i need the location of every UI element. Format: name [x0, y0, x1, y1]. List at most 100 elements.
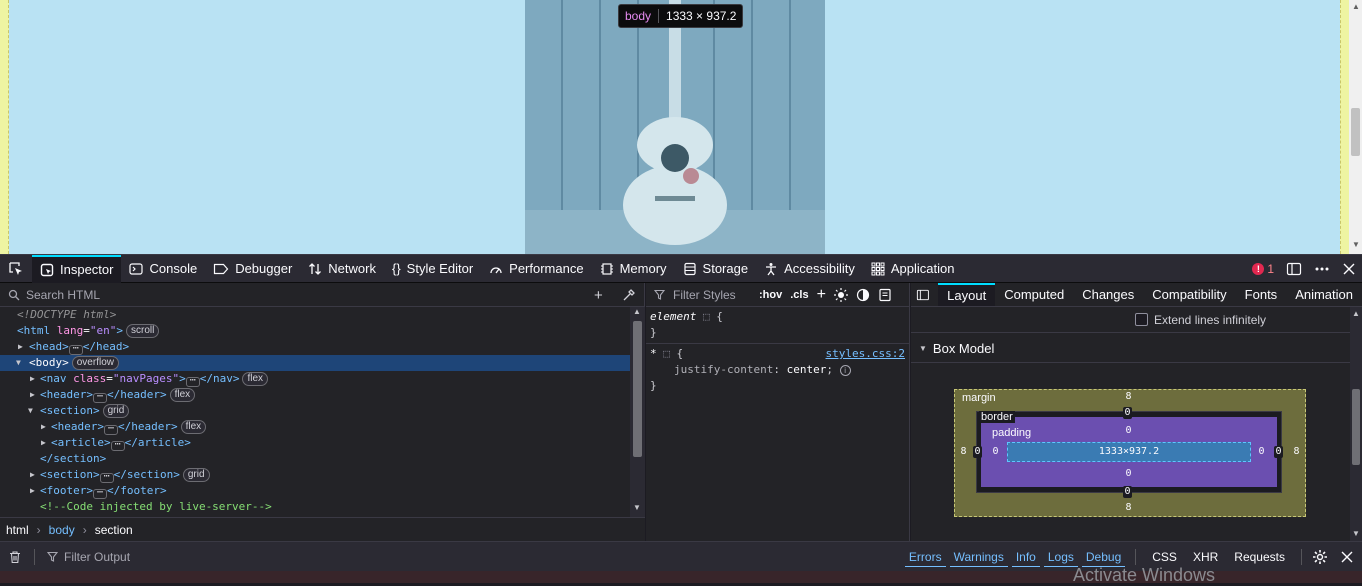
markup-scrollbar[interactable]: ▲ ▼ [630, 307, 645, 517]
tab-application[interactable]: Application [863, 255, 963, 283]
filter-info[interactable]: Info [1011, 548, 1040, 567]
element-picker-button[interactable] [0, 255, 32, 283]
toggle-requests[interactable]: Requests [1228, 548, 1291, 566]
element-rule[interactable]: element ⬚ {} [646, 307, 909, 344]
tab-animation[interactable]: Animation [1286, 283, 1362, 306]
tree-node-inner-header[interactable]: ▶ <header> ⋯ </header> flex [0, 419, 630, 435]
collapse-triangle-icon[interactable]: ▼ [16, 355, 21, 371]
margin-top-value[interactable]: 8 [1124, 391, 1133, 403]
box-model-content[interactable]: 1333×937.2 [1007, 442, 1251, 462]
margin-right-value[interactable]: 8 [1292, 446, 1301, 458]
expand-triangle-icon[interactable]: ▶ [41, 435, 46, 451]
breadcrumb-html[interactable]: html [6, 523, 29, 537]
tree-node-html[interactable]: <html lang="en"> scroll [0, 323, 630, 339]
toggle-xhr[interactable]: XHR [1187, 548, 1224, 566]
close-console-icon[interactable] [1340, 550, 1354, 564]
dark-scheme-icon[interactable] [856, 288, 870, 302]
markup-scrollbar-thumb[interactable] [633, 321, 642, 457]
filter-styles-input[interactable]: Filter Styles [673, 288, 751, 302]
tab-changes[interactable]: Changes [1073, 283, 1143, 306]
tree-node-section-close[interactable]: </section> [0, 451, 630, 467]
gear-icon[interactable] [1312, 549, 1328, 565]
filter-output-input[interactable]: Filter Output [64, 550, 130, 564]
tab-style-editor[interactable]: {} Style Editor [384, 255, 481, 283]
box-model-header[interactable]: ▼ Box Model [911, 335, 1362, 363]
collapsed-dots[interactable]: ⋯ [92, 392, 107, 403]
error-count-button[interactable]: ! 1 [1252, 262, 1274, 276]
filter-warnings[interactable]: Warnings [949, 548, 1008, 567]
expand-triangle-icon[interactable]: ▶ [30, 371, 35, 387]
padding-right-value[interactable]: 0 [1257, 446, 1266, 458]
more-options-icon[interactable] [1314, 261, 1330, 277]
tab-memory[interactable]: Memory [592, 255, 675, 283]
collapsed-dots[interactable]: ⋯ [92, 488, 107, 499]
collapsed-dots[interactable]: ⋯ [99, 472, 114, 483]
dock-options-icon[interactable] [1286, 261, 1302, 277]
tree-node-section[interactable]: ▼ <section> grid [0, 403, 630, 419]
tree-node-footer[interactable]: ▶ <footer> ⋯ </footer> [0, 483, 630, 499]
info-icon[interactable]: i [839, 365, 851, 376]
expand-triangle-icon[interactable]: ▶ [30, 387, 35, 403]
tab-fonts[interactable]: Fonts [1236, 283, 1287, 306]
toggle-css[interactable]: CSS [1146, 548, 1183, 566]
border-right-value[interactable]: 0 [1274, 446, 1283, 458]
collapsed-dots[interactable]: ⋯ [68, 344, 83, 355]
tree-node-header[interactable]: ▶ <header> ⋯ </header> flex [0, 387, 630, 403]
collapsed-dots[interactable]: ⋯ [110, 440, 125, 451]
scroll-badge[interactable]: scroll [126, 324, 160, 338]
page-scrollbar-thumb[interactable] [1351, 108, 1360, 156]
search-html-input[interactable]: Search HTML [26, 288, 100, 302]
cls-toggle[interactable]: .cls [790, 289, 808, 301]
padding-top-value[interactable]: 0 [1124, 425, 1133, 437]
margin-left-value[interactable]: 8 [959, 446, 968, 458]
close-devtools-icon[interactable] [1342, 262, 1356, 276]
tab-network[interactable]: Network [300, 255, 384, 283]
overflow-badge[interactable]: overflow [71, 356, 119, 370]
tree-node-body-selected[interactable]: ▼ <body> overflow [0, 355, 630, 371]
filter-debug[interactable]: Debug [1081, 548, 1126, 567]
collapsed-dots[interactable]: ⋯ [185, 376, 200, 387]
tree-node-nav[interactable]: ▶ <nav class="navPages"> ⋯ </nav> flex [0, 371, 630, 387]
light-scheme-icon[interactable] [833, 287, 848, 302]
universal-rule[interactable]: styles.css:2 * ⬚ { justify-content: cent… [646, 344, 909, 396]
flex-badge[interactable]: flex [180, 420, 207, 434]
layout-scrollbar-thumb[interactable] [1352, 389, 1360, 465]
tree-node-section-2[interactable]: ▶ <section> ⋯ </section> grid [0, 467, 630, 483]
add-node-icon[interactable]: + [594, 287, 603, 304]
breadcrumb-body[interactable]: body [49, 523, 75, 537]
grid-badge[interactable]: grid [182, 468, 210, 482]
rule-source-link[interactable]: styles.css:2 [826, 346, 905, 362]
expand-triangle-icon[interactable]: ▶ [41, 419, 46, 435]
expand-triangle-icon[interactable]: ▶ [30, 467, 35, 483]
extend-lines-checkbox[interactable] [1135, 313, 1148, 326]
tab-debugger[interactable]: Debugger [205, 255, 300, 283]
flex-badge[interactable]: flex [242, 372, 269, 386]
layout-scrollbar[interactable]: ▲ ▼ [1350, 307, 1362, 541]
rule-property[interactable]: justify-content [650, 363, 773, 376]
add-rule-icon[interactable]: + [817, 286, 826, 304]
tree-node-article[interactable]: ▶ <article> ⋯ </article> [0, 435, 630, 451]
tab-storage[interactable]: Storage [675, 255, 757, 283]
filter-errors[interactable]: Errors [904, 548, 946, 567]
tree-node-comment[interactable]: <!--Code injected by live-server--> [0, 499, 630, 515]
border-top-value[interactable]: 0 [1123, 407, 1132, 419]
expand-triangle-icon[interactable]: ▶ [18, 339, 23, 355]
hov-toggle[interactable]: :hov [759, 289, 782, 301]
tab-layout[interactable]: Layout [938, 283, 996, 306]
collapsed-dots[interactable]: ⋯ [103, 424, 118, 435]
print-simulation-icon[interactable] [878, 288, 892, 302]
collapse-triangle-icon[interactable]: ▼ [28, 403, 33, 419]
tab-console[interactable]: Console [121, 255, 205, 283]
page-scrollbar[interactable]: ▲ ▼ [1349, 0, 1362, 254]
tree-node-doctype[interactable]: <!DOCTYPE html> [0, 307, 630, 323]
filter-logs[interactable]: Logs [1043, 548, 1078, 567]
flex-badge[interactable]: flex [169, 388, 196, 402]
tab-computed[interactable]: Computed [995, 283, 1073, 306]
border-left-value[interactable]: 0 [973, 446, 982, 458]
grid-badge[interactable]: grid [102, 404, 130, 418]
tab-performance[interactable]: Performance [481, 255, 591, 283]
toggle-sidebar-icon[interactable] [911, 288, 938, 302]
tab-inspector[interactable]: Inspector [32, 254, 122, 283]
eyedropper-icon[interactable] [622, 288, 636, 302]
margin-bottom-value[interactable]: 8 [1124, 502, 1133, 514]
